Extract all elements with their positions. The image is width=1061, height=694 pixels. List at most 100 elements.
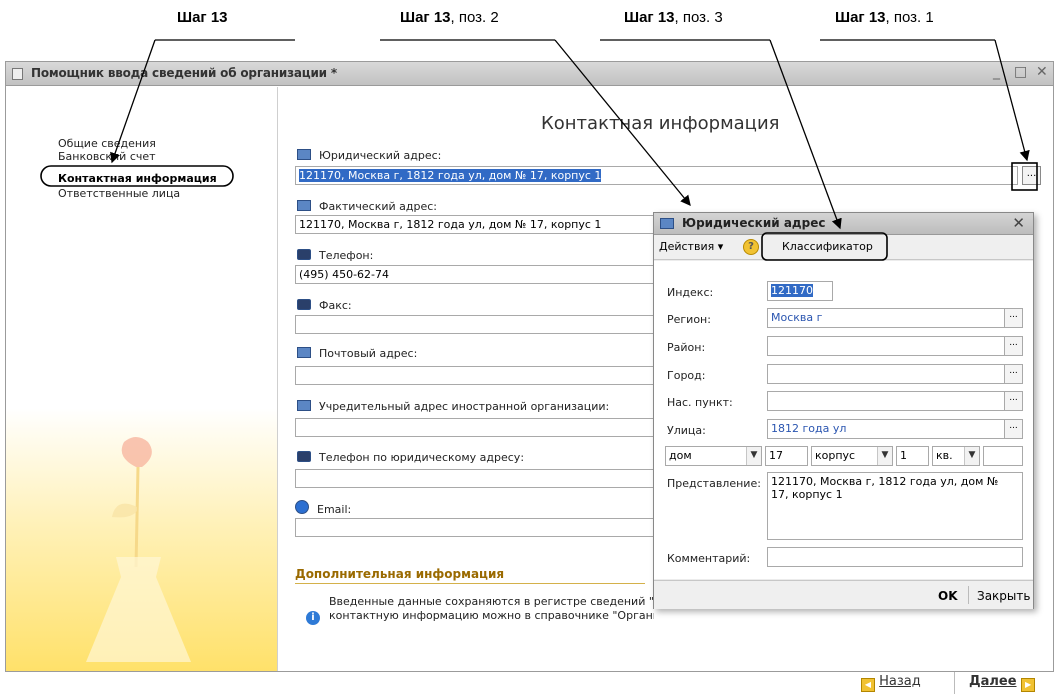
city-label: Город: — [667, 369, 706, 382]
settlement-select-button[interactable]: ... — [1004, 392, 1022, 410]
phone-icon — [297, 249, 311, 260]
chevron-down-icon[interactable]: ▼ — [746, 447, 761, 465]
street-label: Улица: — [667, 424, 706, 437]
fax-label: Факс: — [297, 299, 352, 312]
city-input[interactable]: ... — [767, 364, 1023, 384]
address-icon — [297, 149, 311, 160]
building-type-select[interactable]: корпус ▼ — [811, 446, 893, 466]
maximize-button[interactable]: □ — [1014, 64, 1027, 80]
nav-divider — [954, 672, 955, 694]
dialog-body: Индекс: 121170 Регион: Москва г... Район… — [654, 261, 1033, 579]
settlement-label: Нас. пункт: — [667, 396, 733, 409]
window-titlebar[interactable]: Помощник ввода сведений об организации *… — [6, 62, 1053, 86]
chevron-down-icon[interactable]: ▼ — [964, 447, 979, 465]
callout-step13-pos1: Шаг 13, поз. 1 — [835, 9, 934, 26]
index-input[interactable]: 121170 — [767, 281, 833, 301]
house-number-input[interactable]: 17 — [765, 446, 808, 466]
back-button[interactable]: ◀ Назад — [861, 674, 921, 692]
info-icon: i — [306, 611, 320, 625]
ok-button[interactable]: OK — [938, 589, 958, 603]
chevron-down-icon[interactable]: ▼ — [877, 447, 892, 465]
legal-address-input[interactable]: 121170, Москва г, 1812 года ул, дом № 17… — [295, 166, 1018, 185]
address-icon — [297, 347, 311, 358]
district-input[interactable]: ... — [767, 336, 1023, 356]
additional-info-title: Дополнительная информация — [295, 567, 505, 581]
help-icon[interactable]: ? — [743, 239, 759, 255]
callout-bold: Шаг 13 — [177, 9, 228, 26]
callout-rest: , поз. 2 — [450, 9, 499, 26]
dialog-titlebar[interactable]: Юридический адрес ✕ — [654, 213, 1033, 235]
postal-address-input[interactable] — [295, 366, 655, 385]
postal-address-label: Почтовый адрес: — [297, 347, 417, 360]
address-icon — [660, 218, 674, 229]
index-label: Индекс: — [667, 286, 714, 299]
window-title: Помощник ввода сведений об организации * — [31, 66, 337, 80]
additional-info-divider — [295, 583, 645, 584]
arrow-right-icon: ▶ — [1021, 678, 1036, 692]
callout-step13-pos2: Шаг 13, поз. 2 — [400, 9, 499, 26]
address-dialog: Юридический адрес ✕ Действия ▾ ? Классиф… — [653, 212, 1034, 609]
district-select-button[interactable]: ... — [1004, 337, 1022, 355]
settlement-input[interactable]: ... — [767, 391, 1023, 411]
region-input[interactable]: Москва г... — [767, 308, 1023, 328]
left-nav-panel: Общие сведения Банковский счет Контактна… — [6, 87, 278, 671]
callout-bold: Шаг 13 — [835, 9, 886, 26]
nav-item-contacts[interactable]: Контактная информация — [58, 172, 217, 185]
legal-address-label: Юридический адрес: — [297, 149, 441, 162]
foreign-address-input[interactable] — [295, 418, 655, 437]
window-icon — [12, 68, 23, 80]
address-icon — [297, 200, 311, 211]
comment-label: Комментарий: — [667, 552, 751, 565]
actual-address-input[interactable]: 121170, Москва г, 1812 года ул, дом № 17… — [295, 215, 655, 234]
page-title: Контактная информация — [541, 113, 780, 134]
dialog-title: Юридический адрес — [682, 216, 826, 230]
street-input[interactable]: 1812 года ул... — [767, 419, 1023, 439]
fax-input[interactable] — [295, 315, 655, 334]
region-select-button[interactable]: ... — [1004, 309, 1022, 327]
callout-rest: , поз. 3 — [674, 9, 723, 26]
address-icon — [297, 400, 311, 411]
email-label: Email: — [295, 500, 351, 516]
legal-phone-input[interactable] — [295, 469, 655, 488]
footer-divider — [968, 586, 969, 604]
legal-address-select-button[interactable]: ... — [1022, 166, 1041, 185]
dialog-toolbar: Действия ▾ ? Классификатор — [654, 235, 1033, 260]
legal-phone-label: Телефон по юридическому адресу: — [297, 451, 524, 464]
phone-icon — [297, 451, 311, 462]
comment-input[interactable] — [767, 547, 1023, 567]
phone-input[interactable]: (495) 450-62-74 — [295, 265, 655, 284]
fax-icon — [297, 299, 311, 310]
flat-number-input[interactable] — [983, 446, 1023, 466]
presentation-label: Представление: — [667, 477, 761, 490]
flat-type-select[interactable]: кв. ▼ — [932, 446, 980, 466]
close-button[interactable]: ✕ — [1036, 64, 1048, 80]
arrow-left-icon: ◀ — [861, 678, 875, 692]
building-number-input[interactable]: 1 — [896, 446, 929, 466]
minimize-button[interactable]: _ — [993, 64, 1000, 80]
foreign-address-label: Учредительный адрес иностранной организа… — [297, 400, 609, 413]
email-input[interactable] — [295, 518, 655, 537]
callout-step13: Шаг 13 — [177, 9, 228, 26]
rose-vase-illustration — [86, 437, 191, 662]
city-select-button[interactable]: ... — [1004, 365, 1022, 383]
classifier-button[interactable]: Классификатор — [776, 239, 879, 254]
email-icon — [295, 500, 309, 514]
nav-item-responsible[interactable]: Ответственные лица — [58, 187, 180, 200]
callout-rest: , поз. 1 — [885, 9, 934, 26]
actual-address-label: Фактический адрес: — [297, 200, 437, 213]
close-dialog-button[interactable]: Закрыть — [977, 589, 1030, 603]
region-label: Регион: — [667, 313, 711, 326]
actions-menu[interactable]: Действия ▾ — [659, 240, 723, 253]
street-select-button[interactable]: ... — [1004, 420, 1022, 438]
next-button[interactable]: Далее ▶ — [969, 674, 1036, 692]
house-type-select[interactable]: дом ▼ — [665, 446, 762, 466]
dialog-footer: OK Закрыть — [654, 580, 1033, 609]
presentation-text[interactable]: 121170, Москва г, 1812 года ул, дом № 17… — [767, 472, 1023, 540]
callout-step13-pos3: Шаг 13, поз. 3 — [624, 9, 723, 26]
callout-bold: Шаг 13 — [624, 9, 675, 26]
dialog-close-icon[interactable]: ✕ — [1012, 214, 1025, 232]
info-text: Введенные данные сохраняются в регистре … — [329, 595, 654, 622]
nav-item-bank[interactable]: Банковский счет — [58, 150, 156, 163]
nav-item-general[interactable]: Общие сведения — [58, 137, 156, 150]
phone-label: Телефон: — [297, 249, 373, 262]
